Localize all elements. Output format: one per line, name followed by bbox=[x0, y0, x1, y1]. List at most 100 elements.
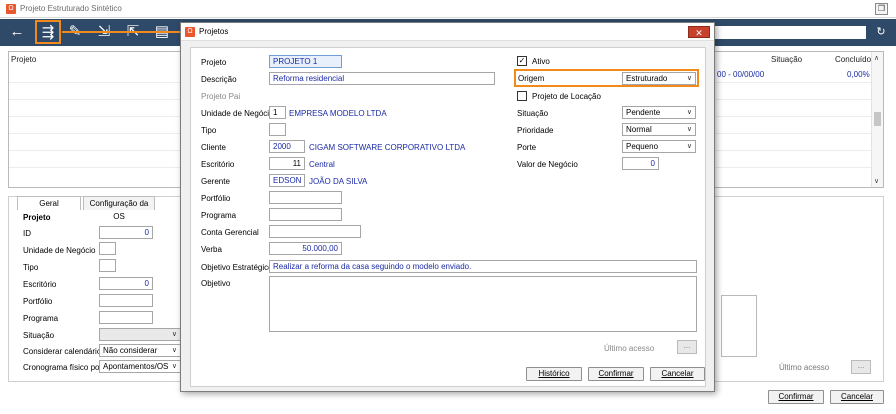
cronograma-value: Apontamentos/OS bbox=[103, 362, 169, 371]
historico-label: Histórico bbox=[538, 369, 570, 378]
situacao-select[interactable]: ∨ bbox=[99, 328, 181, 341]
locacao-checkbox[interactable] bbox=[517, 91, 527, 101]
portfolio-label: Portfólio bbox=[201, 194, 231, 203]
unidade-label: Unidade de Negócio bbox=[23, 246, 96, 255]
grid-row-dates: 00 - 00/00/00 bbox=[717, 70, 765, 79]
section-title-projeto: Projeto bbox=[23, 213, 51, 222]
chevron-down-icon: ∨ bbox=[686, 75, 692, 82]
origem-select[interactable]: Estruturado ∨ bbox=[622, 72, 696, 85]
main-confirm-label: Confirmar bbox=[778, 392, 814, 401]
id-field[interactable]: 0 bbox=[99, 226, 153, 239]
calendario-value: Não considerar bbox=[103, 346, 158, 355]
calendario-select[interactable]: Não considerar ∨ bbox=[99, 344, 181, 357]
projeto-field[interactable]: PROJETO 1 bbox=[269, 55, 342, 68]
main-confirm-button[interactable]: Confirmar bbox=[768, 390, 824, 404]
tab-configuracao-os[interactable]: Configuração da OS bbox=[83, 196, 155, 221]
situacao-select[interactable]: Pendente ∨ bbox=[622, 106, 696, 119]
main-cancel-label: Cancelar bbox=[840, 392, 873, 401]
situacao-value: Pendente bbox=[626, 108, 661, 117]
grid-row-concluido: 0,00% bbox=[847, 70, 870, 79]
objetivo-estrategico-label: Objetivo Estratégico bbox=[201, 263, 273, 272]
tipo-label: Tipo bbox=[201, 126, 217, 135]
tab-geral[interactable]: Geral bbox=[17, 196, 81, 210]
escritorio-name: Central bbox=[309, 160, 335, 169]
restore-window-button[interactable]: ❐ bbox=[875, 3, 888, 15]
ultimo-acesso-button[interactable]: ... bbox=[851, 360, 871, 374]
refresh-icon[interactable]: ↻ bbox=[870, 21, 892, 43]
main-cancel-button[interactable]: Cancelar bbox=[830, 390, 884, 404]
app-icon: Ω bbox=[6, 4, 16, 14]
programa-label: Programa bbox=[201, 211, 237, 220]
prioridade-label: Prioridade bbox=[517, 126, 554, 135]
back-arrow-icon[interactable]: ← bbox=[6, 21, 28, 43]
dialog-title: Projetos bbox=[199, 27, 229, 36]
scroll-down-icon[interactable]: ∨ bbox=[874, 177, 879, 185]
situacao-label: Situação bbox=[517, 109, 549, 118]
ativo-checkbox[interactable]: ✓ bbox=[517, 56, 527, 66]
ultimo-acesso-label: Último acesso bbox=[779, 363, 830, 372]
objetivo-estrategico-field[interactable]: Realizar a reforma da casa seguindo o mo… bbox=[269, 260, 697, 273]
programa-field[interactable] bbox=[269, 208, 342, 221]
historico-button[interactable]: Histórico bbox=[526, 367, 582, 381]
verba-field[interactable]: 50.000,00 bbox=[269, 242, 342, 255]
objetivo-textarea[interactable] bbox=[269, 276, 697, 332]
verba-label: Verba bbox=[201, 245, 222, 254]
chevron-down-icon: ∨ bbox=[686, 126, 692, 133]
unidade-label: Unidade de Negócio bbox=[201, 109, 274, 118]
cliente-name: CIGAM SOFTWARE CORPORATIVO LTDA bbox=[309, 143, 466, 152]
descricao-label: Descrição bbox=[201, 75, 237, 84]
unidade-name: EMPRESA MODELO LTDA bbox=[289, 109, 387, 118]
origem-value: Estruturado bbox=[626, 74, 668, 83]
escritorio-field[interactable]: 0 bbox=[99, 277, 153, 290]
objetivo-label: Objetivo bbox=[201, 279, 231, 288]
unidade-field[interactable] bbox=[99, 242, 116, 255]
origem-label: Origem bbox=[518, 74, 545, 83]
grid-header-projeto: Projeto bbox=[11, 55, 37, 64]
descricao-field[interactable]: Reforma residencial bbox=[269, 72, 495, 85]
unidade-code-field[interactable]: 1 bbox=[269, 106, 286, 119]
tipo-field[interactable] bbox=[99, 259, 116, 272]
grid-header-situacao: Situação bbox=[771, 55, 803, 64]
chevron-down-icon: ∨ bbox=[171, 347, 177, 354]
cliente-code-field[interactable]: 2000 bbox=[269, 140, 305, 153]
grid-scrollbar[interactable]: ∧ ∨ bbox=[871, 52, 883, 187]
scroll-up-icon[interactable]: ∧ bbox=[874, 54, 879, 62]
portfolio-field[interactable] bbox=[99, 294, 153, 307]
app-icon: Ω bbox=[185, 27, 195, 37]
close-icon[interactable]: ✕ bbox=[688, 26, 710, 38]
scroll-thumb[interactable] bbox=[874, 112, 881, 126]
gerente-code-field[interactable]: EDSON bbox=[269, 174, 305, 187]
gerente-name: JOÃO DA SILVA bbox=[309, 177, 368, 186]
chevron-down-icon: ∨ bbox=[171, 331, 177, 338]
cancelar-button[interactable]: Cancelar bbox=[650, 367, 705, 381]
id-label: ID bbox=[23, 229, 31, 238]
side-box bbox=[721, 295, 757, 357]
porte-select[interactable]: Pequeno ∨ bbox=[622, 140, 696, 153]
portfolio-field[interactable] bbox=[269, 191, 342, 204]
ultimo-acesso-button[interactable]: ... bbox=[677, 340, 697, 354]
valor-negocio-field[interactable]: 0 bbox=[622, 157, 659, 170]
cronograma-select[interactable]: Apontamentos/OS ∨ bbox=[99, 360, 181, 373]
portfolio-label: Portfólio bbox=[23, 297, 53, 306]
escritorio-label: Escritório bbox=[23, 280, 57, 289]
prioridade-select[interactable]: Normal ∨ bbox=[622, 123, 696, 136]
valor-negocio-label: Valor de Negócio bbox=[517, 160, 578, 169]
structure-tree-icon[interactable]: ⇶ bbox=[35, 20, 61, 44]
tipo-field[interactable] bbox=[269, 123, 286, 136]
porte-value: Pequeno bbox=[626, 142, 659, 151]
calendario-label: Considerar calendário bbox=[23, 347, 102, 356]
ultimo-acesso-label: Último acesso bbox=[604, 344, 655, 353]
escritorio-label: Escritório bbox=[201, 160, 235, 169]
main-window-title: Projeto Estruturado Sintético bbox=[20, 4, 122, 13]
search-input[interactable] bbox=[712, 26, 866, 39]
conta-gerencial-field[interactable] bbox=[269, 225, 361, 238]
programa-field[interactable] bbox=[99, 311, 153, 324]
escritorio-code-field[interactable]: 11 bbox=[269, 157, 305, 170]
cancelar-label: Cancelar bbox=[661, 369, 694, 378]
projetos-dialog: Ω Projetos ✕ Projeto PROJETO 1 Descrição… bbox=[180, 22, 715, 392]
locacao-label: Projeto de Locação bbox=[532, 92, 601, 101]
conta-gerencial-label: Conta Gerencial bbox=[201, 228, 259, 237]
ativo-label: Ativo bbox=[532, 57, 550, 66]
confirmar-button[interactable]: Confirmar bbox=[588, 367, 644, 381]
cliente-label: Cliente bbox=[201, 143, 226, 152]
